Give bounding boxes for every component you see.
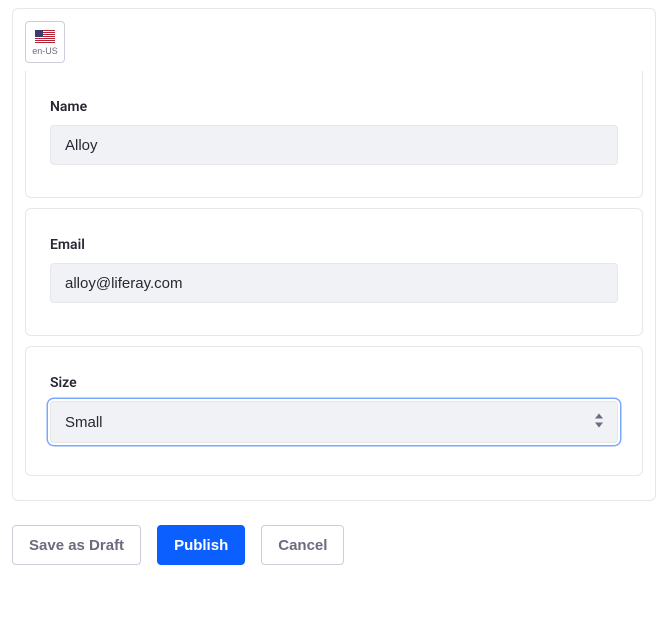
field-groups: Name Email Size Small [25, 71, 643, 476]
cancel-button[interactable]: Cancel [261, 525, 344, 565]
form-card: en-US Name Email Size Small [12, 8, 656, 501]
name-label: Name [50, 99, 618, 115]
us-flag-icon [35, 30, 55, 45]
email-field-card: Email [25, 208, 643, 336]
email-label: Email [50, 237, 618, 253]
locale-code-label: en-US [32, 47, 58, 56]
email-input[interactable] [50, 263, 618, 303]
name-input[interactable] [50, 125, 618, 165]
locale-selector-button[interactable]: en-US [25, 21, 65, 63]
name-field-card: Name [25, 71, 643, 198]
size-select[interactable]: Small [50, 401, 618, 443]
size-field-card: Size Small [25, 346, 643, 476]
size-label: Size [50, 375, 618, 391]
size-select-wrap: Small [50, 401, 618, 443]
action-button-row: Save as Draft Publish Cancel [12, 525, 656, 565]
publish-button[interactable]: Publish [157, 525, 245, 565]
save-as-draft-button[interactable]: Save as Draft [12, 525, 141, 565]
